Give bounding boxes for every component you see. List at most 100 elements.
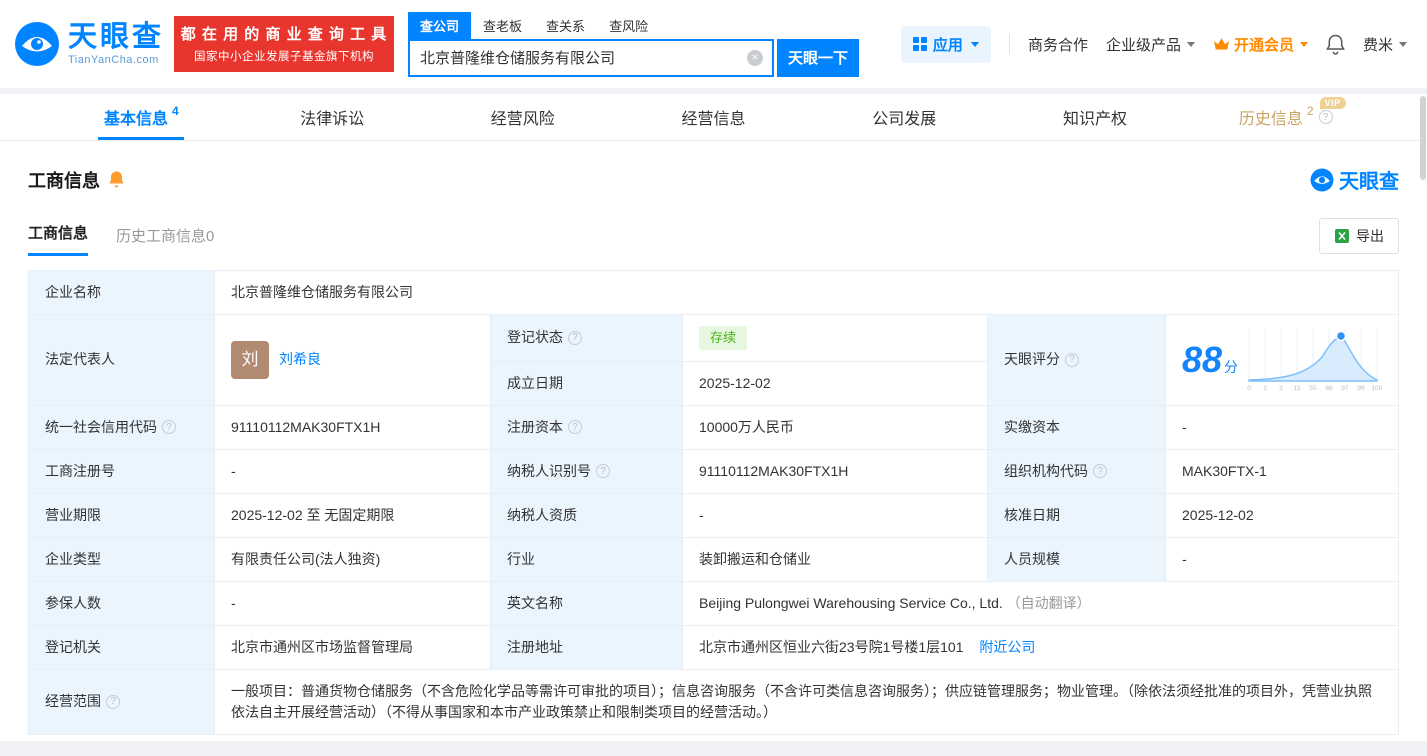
tab-history-info[interactable]: VIP 历史信息 2 ? <box>1190 94 1381 140</box>
tab-operating-risk[interactable]: 经营风险 <box>427 94 618 140</box>
taxpayer-quality-value: - <box>682 492 988 538</box>
tianyancha-watermark: 天眼查 <box>1310 165 1399 194</box>
svg-text:15: 15 <box>1293 385 1301 392</box>
user-menu[interactable]: 费米 <box>1363 34 1407 55</box>
legal-rep-label: 法定代表人 <box>28 314 215 406</box>
paid-capital-value: - <box>1165 404 1399 450</box>
english-name-value: Beijing Pulongwei Warehousing Service Co… <box>682 580 1399 626</box>
svg-text:0: 0 <box>1247 385 1251 392</box>
svg-text:55: 55 <box>1309 385 1317 392</box>
tab-operating-info[interactable]: 经营信息 <box>618 94 809 140</box>
chevron-down-icon <box>1299 41 1308 47</box>
help-icon[interactable]: ? <box>568 330 582 345</box>
help-icon[interactable]: ? <box>162 420 176 434</box>
menu-open-vip-label: 开通会员 <box>1233 36 1294 54</box>
nearby-companies-link[interactable]: 附近公司 <box>979 639 1035 655</box>
org-code-value: MAK30FTX-1 <box>1165 448 1399 494</box>
search-button[interactable]: 天眼一下 <box>777 38 860 77</box>
tab-intellectual-property-label: 知识产权 <box>1062 111 1127 128</box>
search-tab-boss[interactable]: 查老板 <box>471 12 534 39</box>
menu-enterprise-products[interactable]: 企业级产品 <box>1106 34 1195 55</box>
svg-text:68: 68 <box>1325 385 1333 392</box>
search-tab-company[interactable]: 查公司 <box>408 11 472 39</box>
section-title: 工商信息 <box>28 170 100 191</box>
menu-open-vip[interactable]: 开通会员 <box>1213 34 1308 55</box>
business-term-value: 2025-12-02 至 无固定期限 <box>214 492 491 538</box>
reg-capital-value: 10000万人民币 <box>682 404 988 450</box>
reg-status-label: 登记状态? <box>490 314 683 362</box>
crown-icon <box>1213 38 1229 50</box>
menu-business-cooperation[interactable]: 商务合作 <box>1028 34 1088 55</box>
table-row: 企业名称 北京普隆维仓储服务有限公司 <box>28 270 1399 315</box>
company-name-value: 北京普隆维仓储服务有限公司 <box>214 270 1399 315</box>
business-scope-value: 一般项目：普通货物仓储服务（不含危险化学品等需许可审批的项目）；信息咨询服务（不… <box>214 668 1399 735</box>
main-content: 工商信息 天眼查 工商信息 历史工商信息0 导出 企业名称 北京普隆维仓储服务有… <box>0 165 1427 735</box>
legal-rep-avatar[interactable]: 刘 <box>231 340 269 379</box>
export-button[interactable]: 导出 <box>1319 218 1399 254</box>
search-tabs: 查公司 查老板 查关系 查风险 <box>408 11 859 39</box>
export-button-label: 导出 <box>1356 228 1384 244</box>
company-name-label: 企业名称 <box>28 270 215 315</box>
tab-legal-proceedings-label: 法律诉讼 <box>300 111 365 128</box>
table-row: 经营范围? 一般项目：普通货物仓储服务（不含危险化学品等需许可审批的项目）；信息… <box>28 668 1399 735</box>
reg-capital-label: 注册资本? <box>490 404 683 450</box>
divider <box>1008 34 1010 54</box>
reg-authority-label: 登记机关 <box>28 624 215 670</box>
help-icon[interactable]: ? <box>568 420 582 434</box>
search-tab-risk[interactable]: 查风险 <box>597 12 660 39</box>
help-icon[interactable]: ? <box>1093 464 1107 478</box>
promo-banner-line2: 国家中小企业发展子基金旗下机构 <box>194 51 375 63</box>
taxpayer-quality-label: 纳税人资质 <box>490 492 683 538</box>
score-distribution-chart: 0 1 3 15 55 68 97 99 100 <box>1247 328 1382 392</box>
apps-menu[interactable]: 应用 <box>900 25 991 63</box>
scrollbar-thumb[interactable] <box>1420 96 1426 180</box>
svg-text:1: 1 <box>1263 385 1267 392</box>
chevron-down-icon <box>1399 41 1407 47</box>
subtab-history-business-info[interactable]: 历史工商信息0 <box>116 225 214 256</box>
search-tab-relation[interactable]: 查关系 <box>534 12 597 39</box>
tab-operating-risk-label: 经营风险 <box>490 111 555 128</box>
subscribe-bell-icon[interactable] <box>108 170 125 189</box>
header-menu: 应用 商务合作 企业级产品 开通会员 费米 <box>900 25 1407 63</box>
chevron-down-icon <box>1186 41 1195 47</box>
search-input[interactable] <box>410 40 773 75</box>
legal-rep-link[interactable]: 刘希良 <box>279 349 321 370</box>
page-bottom-strip <box>0 740 1427 756</box>
tab-basic-info-count: 4 <box>172 104 179 118</box>
subtab-business-info[interactable]: 工商信息 <box>28 222 89 256</box>
tab-legal-proceedings[interactable]: 法律诉讼 <box>237 94 428 140</box>
search-area: 查公司 查老板 查关系 查风险 × 天眼一下 <box>408 11 860 77</box>
org-code-label: 组织机构代码? <box>987 448 1166 494</box>
vip-badge: VIP <box>1319 97 1346 109</box>
paid-capital-label: 实缴资本 <box>987 404 1166 450</box>
tab-company-development[interactable]: 公司发展 <box>809 94 1000 140</box>
username: 费米 <box>1362 36 1393 54</box>
help-icon[interactable]: ? <box>596 464 610 478</box>
table-row: 工商注册号 - 纳税人识别号? 91110112MAK30FTX1H 组织机构代… <box>28 448 1399 494</box>
clear-search-icon[interactable]: × <box>747 49 764 66</box>
notification-bell-icon[interactable] <box>1326 34 1345 55</box>
main-nav-tabs: 基本信息 4 法律诉讼 经营风险 经营信息 公司发展 知识产权 VIP 历史信息… <box>0 94 1427 141</box>
industry-value: 装卸搬运和仓储业 <box>682 536 988 582</box>
table-row: 法定代表人 刘 刘希良 登记状态? 存续 天眼评分? 88 分 0 1 3 15… <box>28 314 1399 406</box>
establish-date-label: 成立日期 <box>490 360 683 406</box>
tab-basic-info[interactable]: 基本信息 4 <box>46 94 237 140</box>
legal-rep-cell: 刘 刘希良 <box>214 314 491 406</box>
reg-address-label: 注册地址 <box>490 624 683 670</box>
insured-count-value: - <box>214 580 491 626</box>
score-cell: 88 分 0 1 3 15 55 68 97 99 100 <box>1165 314 1399 406</box>
reg-address-value: 北京市通州区恒业六街23号院1号楼1层101 附近公司 <box>682 624 1399 670</box>
taxpayer-id-value: 91110112MAK30FTX1H <box>682 448 988 494</box>
establish-date-value: 2025-12-02 <box>682 360 988 406</box>
help-icon[interactable]: ? <box>106 694 120 709</box>
table-row: 参保人数 - 英文名称 Beijing Pulongwei Warehousin… <box>28 580 1399 626</box>
help-icon[interactable]: ? <box>1065 352 1079 367</box>
tab-intellectual-property[interactable]: 知识产权 <box>1000 94 1191 140</box>
help-icon[interactable]: ? <box>1318 110 1333 124</box>
logo-text: 天眼查 <box>68 21 165 54</box>
tab-company-development-label: 公司发展 <box>872 111 937 128</box>
tianyancha-logo[interactable]: 天眼查 TianYanCha.com <box>14 21 164 67</box>
tianyancha-watermark-icon <box>1310 168 1334 191</box>
tianyancha-watermark-label: 天眼查 <box>1339 171 1399 193</box>
tianyancha-logo-icon <box>15 22 59 66</box>
